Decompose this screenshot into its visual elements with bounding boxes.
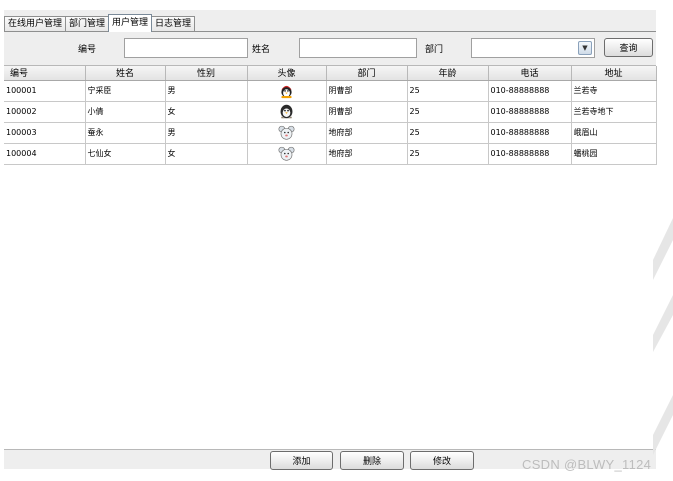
dept-select[interactable]: ▼	[471, 38, 595, 58]
id-input[interactable]	[124, 38, 248, 58]
chevron-down-icon[interactable]: ▼	[578, 41, 592, 55]
table-header: 编号 姓名 性别 头像 部门 年龄 电话 地址	[4, 66, 657, 81]
cell-gender: 男	[165, 122, 248, 144]
cell-age: 25	[407, 143, 489, 165]
cell-address: 峨眉山	[571, 122, 657, 144]
cell-gender: 女	[165, 101, 248, 123]
dept-label: 部门	[425, 45, 444, 55]
column-header-gender[interactable]: 性别	[165, 66, 248, 81]
qq-penguin-red-hat-icon	[281, 85, 292, 99]
table-row[interactable]: 100003 蚕永 男 地府部 25 010-88888888 峨眉山	[4, 122, 657, 144]
cell-age: 25	[407, 101, 489, 123]
cell-address: 蟠桃园	[571, 143, 657, 165]
cell-avatar	[247, 143, 327, 165]
column-header-phone[interactable]: 电话	[488, 66, 572, 81]
qq-penguin-dark-icon	[280, 104, 293, 119]
add-button[interactable]: 添加	[270, 451, 333, 470]
app-window: 在线用户管理 部门管理 用户管理 日志管理 编号 姓名 部门 ▼ 查询 编号 姓…	[4, 10, 657, 470]
cell-avatar	[247, 122, 327, 144]
id-label: 编号	[78, 45, 97, 55]
column-header-dept[interactable]: 部门	[326, 66, 408, 81]
cell-id: 100003	[4, 122, 86, 144]
column-header-id[interactable]: 编号	[4, 66, 86, 81]
cell-phone: 010-88888888	[488, 143, 572, 165]
column-header-age[interactable]: 年龄	[407, 66, 489, 81]
modify-button[interactable]: 修改	[410, 451, 474, 470]
cell-phone: 010-88888888	[488, 122, 572, 144]
cell-address: 兰若寺	[571, 80, 657, 102]
query-button[interactable]: 查询	[604, 38, 653, 57]
tab-bar: 在线用户管理 部门管理 用户管理 日志管理	[4, 14, 196, 32]
cell-name: 七仙女	[85, 143, 166, 165]
cell-dept: 地府部	[326, 122, 408, 144]
name-input[interactable]	[299, 38, 417, 58]
name-label: 姓名	[252, 45, 271, 55]
watermark: CSDN @BLWY_1124	[522, 457, 652, 472]
cell-address: 兰若寺地下	[571, 101, 657, 123]
user-table: 编号 姓名 性别 头像 部门 年龄 电话 地址 100001 宁采臣 男 阴曹部…	[4, 65, 657, 449]
cell-gender: 男	[165, 80, 248, 102]
cell-phone: 010-88888888	[488, 101, 572, 123]
search-bar: 编号 姓名 部门 ▼ 查询	[4, 37, 656, 59]
cell-phone: 010-88888888	[488, 80, 572, 102]
cell-gender: 女	[165, 143, 248, 165]
table-row[interactable]: 100001 宁采臣 男 阴曹部 25 010-88888888 兰若寺	[4, 80, 657, 102]
tab-users[interactable]: 用户管理	[108, 14, 153, 32]
cell-name: 小倩	[85, 101, 166, 123]
cartoon-mouse-icon	[278, 146, 295, 161]
cell-id: 100004	[4, 143, 86, 165]
cell-avatar	[247, 80, 327, 102]
cell-id: 100002	[4, 101, 86, 123]
cell-age: 25	[407, 80, 489, 102]
tab-departments[interactable]: 部门管理	[65, 16, 110, 32]
table-row[interactable]: 100004 七仙女 女 地府部 25 010-88888888 蟠桃园	[4, 143, 657, 165]
cell-age: 25	[407, 122, 489, 144]
delete-button[interactable]: 删除	[340, 451, 404, 470]
decorative-stripes	[653, 218, 673, 455]
cell-name: 蚕永	[85, 122, 166, 144]
user-management-panel: 编号 姓名 部门 ▼ 查询 编号 姓名 性别 头像 部门 年龄 电话 地址 10…	[4, 31, 657, 470]
cell-avatar	[247, 101, 327, 123]
tab-online-users[interactable]: 在线用户管理	[4, 16, 67, 32]
cell-name: 宁采臣	[85, 80, 166, 102]
cell-dept: 地府部	[326, 143, 408, 165]
column-header-avatar[interactable]: 头像	[247, 66, 327, 81]
tab-logs[interactable]: 日志管理	[151, 16, 196, 32]
table-row[interactable]: 100002 小倩 女 阴曹部 25 010-88888888 兰若寺地下	[4, 101, 657, 123]
cartoon-mouse-icon	[278, 125, 295, 140]
column-header-name[interactable]: 姓名	[85, 66, 166, 81]
cell-dept: 阴曹部	[326, 101, 408, 123]
cell-id: 100001	[4, 80, 86, 102]
column-header-address[interactable]: 地址	[571, 66, 657, 81]
cell-dept: 阴曹部	[326, 80, 408, 102]
